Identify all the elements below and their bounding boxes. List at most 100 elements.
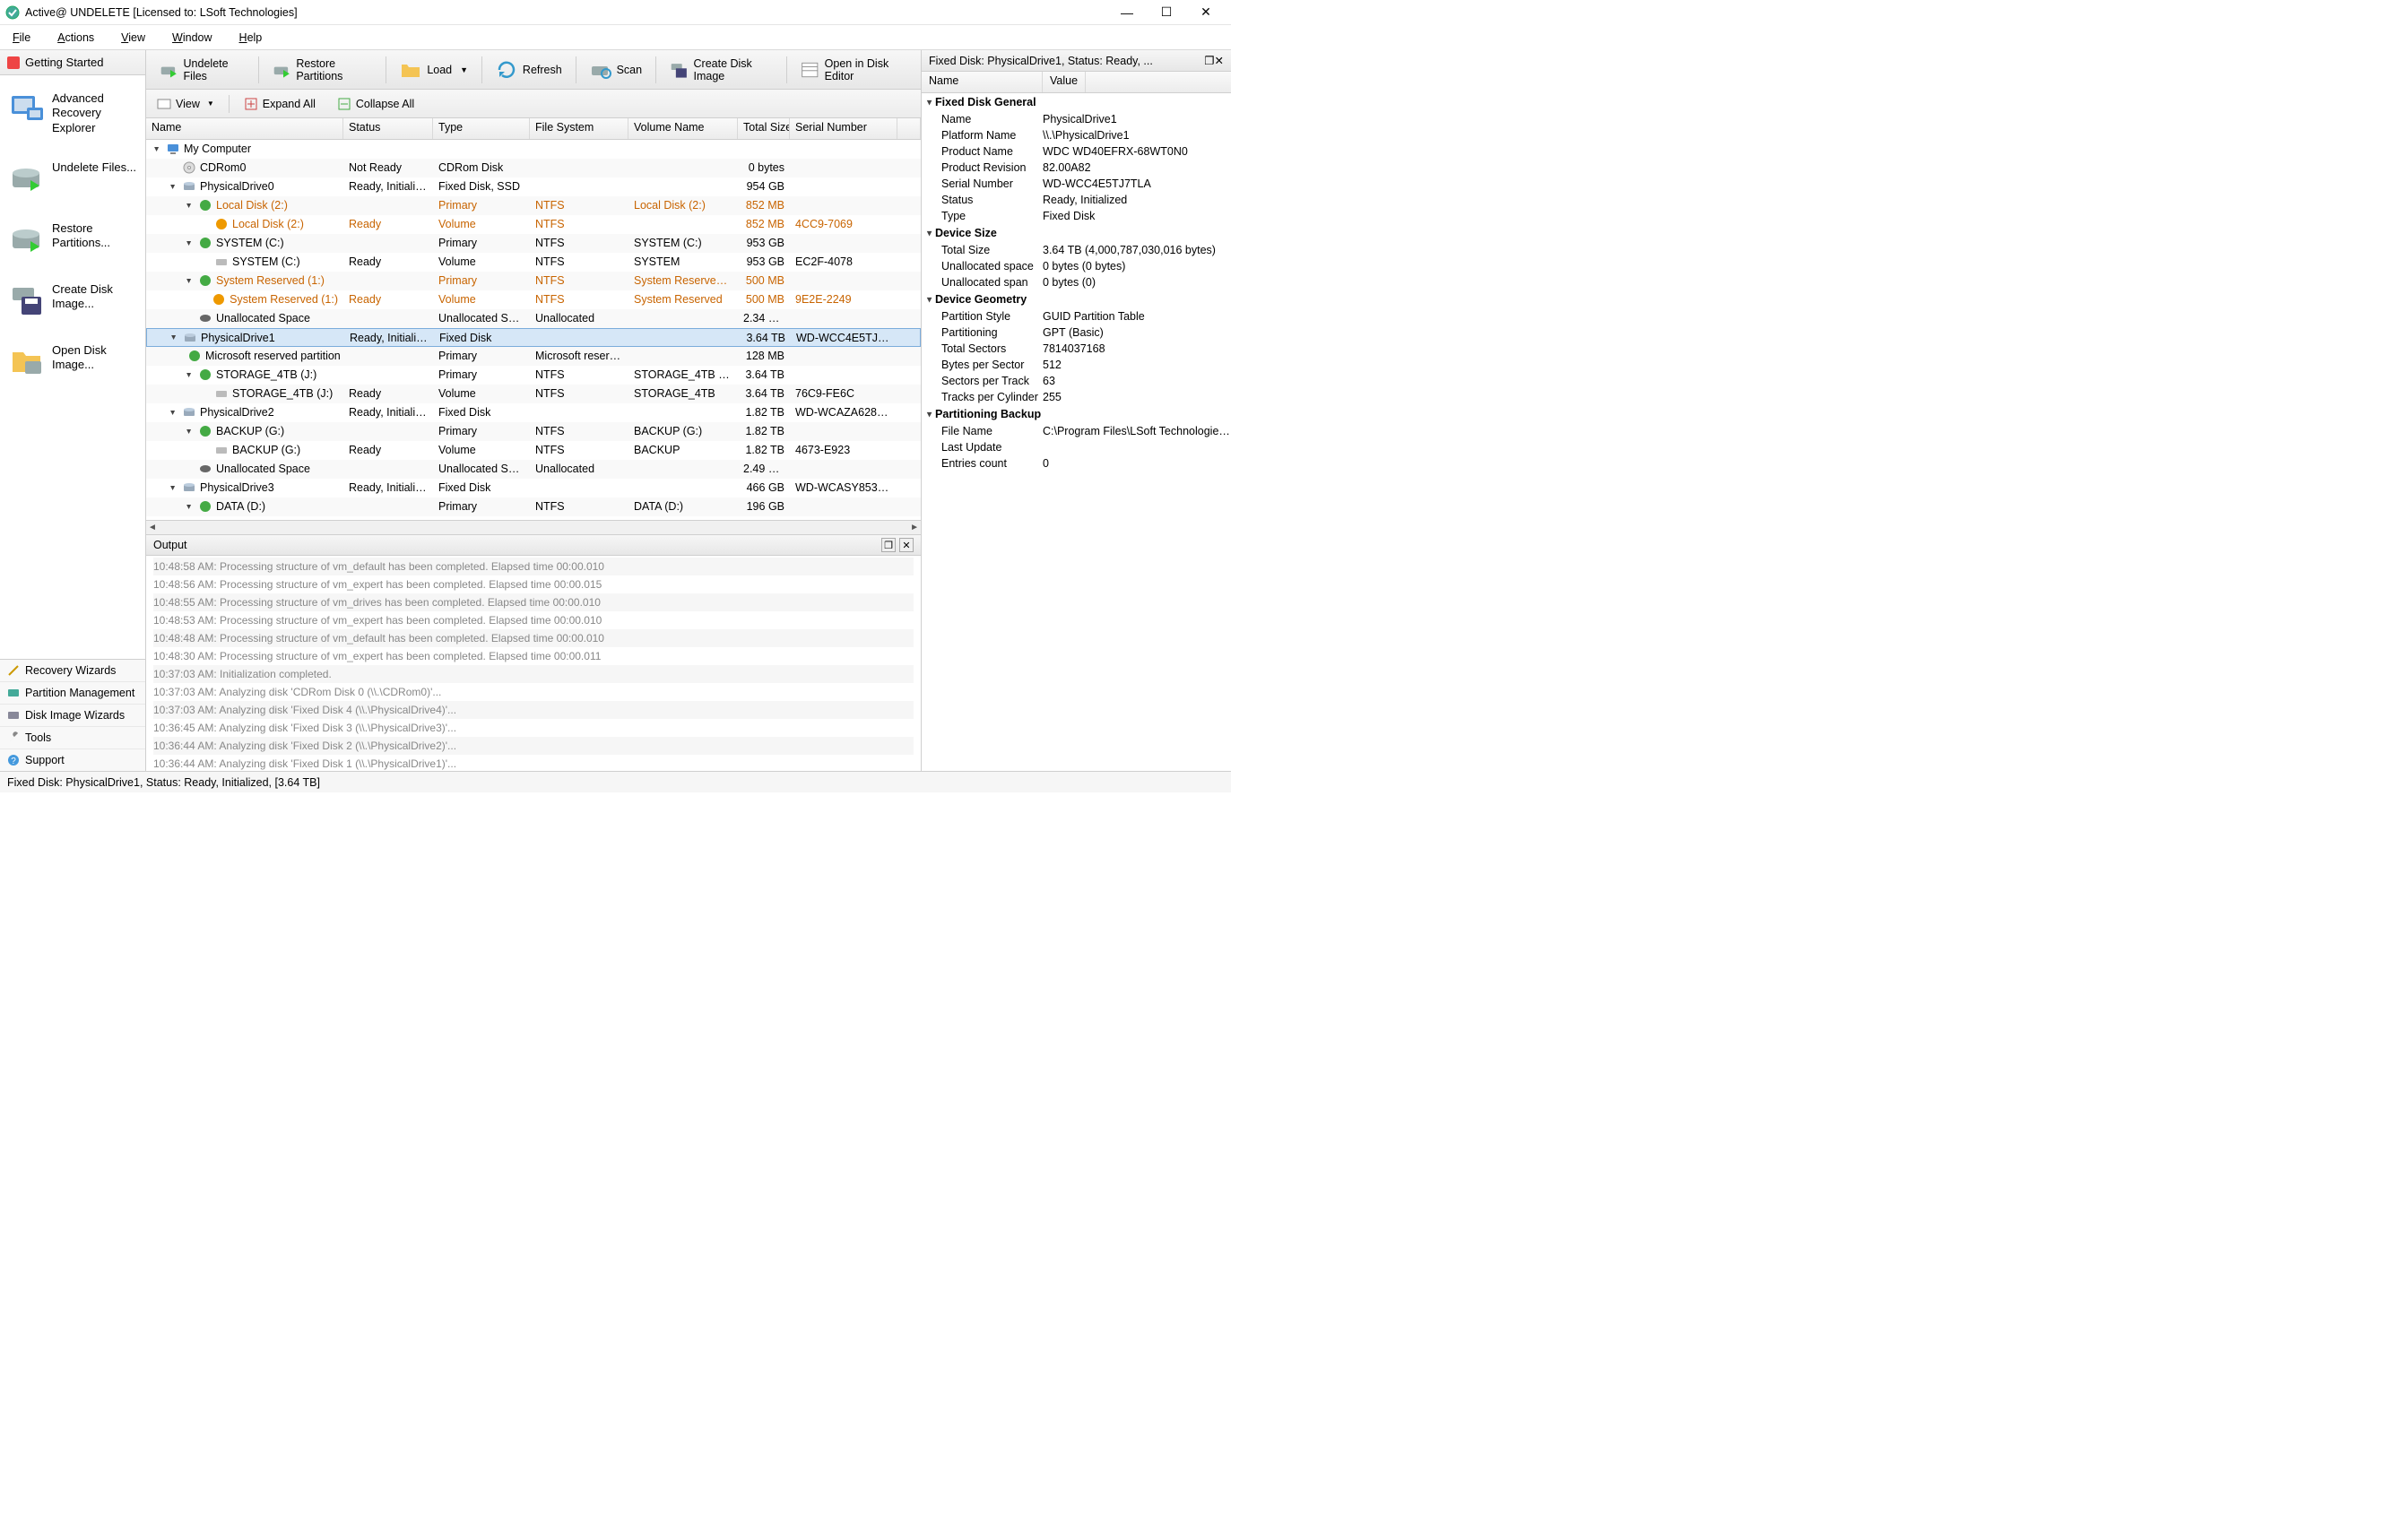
column-header[interactable]: Name bbox=[146, 118, 343, 139]
expander-icon[interactable]: ▸ bbox=[168, 482, 178, 493]
tree-row[interactable]: BACKUP (G:)ReadyVolumeNTFSBACKUP1.82 TB4… bbox=[146, 441, 921, 460]
sidebar-item-restore-partitions[interactable]: Restore Partitions... bbox=[0, 212, 145, 273]
col-name[interactable]: Name bbox=[922, 72, 1043, 92]
expander-icon[interactable]: ▸ bbox=[184, 238, 195, 248]
expander-icon[interactable]: ▸ bbox=[168, 407, 178, 418]
expander-icon[interactable]: ▸ bbox=[184, 275, 195, 286]
menu-help[interactable]: Help bbox=[236, 30, 266, 46]
tree-row[interactable]: ▸System Reserved (1:)PrimaryNTFSSystem R… bbox=[146, 272, 921, 290]
sidebar-bottom-disk-image-wizards[interactable]: Disk Image Wizards bbox=[0, 704, 145, 726]
ts-collapse-all[interactable]: Collapse All bbox=[330, 92, 421, 116]
tree-row[interactable]: System Reserved (1:)ReadyVolumeNTFSSyste… bbox=[146, 290, 921, 309]
prop-row: Unallocated space0 bytes (0 bytes) bbox=[922, 258, 1231, 274]
tb-restore-partitions[interactable]: Restore Partitions bbox=[263, 54, 383, 86]
tree-row[interactable]: Local Disk (2:)ReadyVolumeNTFS852 MB4CC9… bbox=[146, 215, 921, 234]
column-header[interactable]: Total Size bbox=[738, 118, 790, 139]
close-panel-button[interactable]: ✕ bbox=[899, 538, 914, 552]
expander-icon[interactable]: ▸ bbox=[184, 426, 195, 437]
expander-icon[interactable]: ▸ bbox=[168, 181, 178, 192]
tree-row[interactable]: ▸Local Disk (2:)PrimaryNTFSLocal Disk (2… bbox=[146, 196, 921, 215]
chevron-down-icon[interactable]: ▸ bbox=[924, 230, 934, 235]
tree-row[interactable]: ▸BACKUP (G:)PrimaryNTFSBACKUP (G:)1.82 T… bbox=[146, 422, 921, 441]
ts-view[interactable]: View▼ bbox=[150, 92, 221, 116]
cell: Primary bbox=[433, 350, 530, 362]
ts-expand-all[interactable]: Expand All bbox=[237, 92, 323, 116]
tb-open-disk-editor[interactable]: Open in Disk Editor bbox=[791, 54, 917, 86]
maximize-button[interactable]: ☐ bbox=[1147, 1, 1186, 24]
sidebar-bottom-label: Partition Management bbox=[25, 687, 134, 699]
sidebar-bottom-label: Tools bbox=[25, 731, 51, 744]
tree-row[interactable]: ▸PhysicalDrive0Ready, InitializedFixed D… bbox=[146, 177, 921, 196]
sidebar-bottom-recovery-wizards[interactable]: Recovery Wizards bbox=[0, 660, 145, 681]
tb-scan[interactable]: Scan bbox=[580, 54, 653, 86]
expander-icon[interactable]: ▸ bbox=[169, 333, 179, 343]
expander-icon[interactable]: ▸ bbox=[184, 501, 195, 512]
tree-row[interactable]: ▸STORAGE_4TB (J:)PrimaryNTFSSTORAGE_4TB … bbox=[146, 366, 921, 385]
tree-row[interactable]: ▸PhysicalDrive3Ready, InitializedFixed D… bbox=[146, 479, 921, 497]
cell: ▸PhysicalDrive3 bbox=[146, 480, 343, 495]
column-header[interactable]: Volume Name bbox=[628, 118, 738, 139]
expander-icon[interactable]: ▸ bbox=[184, 369, 195, 380]
tb-label: Refresh bbox=[523, 64, 562, 76]
chevron-down-icon[interactable]: ▸ bbox=[924, 99, 934, 104]
prop-group-header[interactable]: ▸ Fixed Disk General bbox=[922, 93, 1231, 111]
sidebar-item-undelete-files[interactable]: Undelete Files... bbox=[0, 151, 145, 212]
h-scrollbar[interactable]: ◄► bbox=[146, 520, 921, 534]
chevron-down-icon[interactable]: ▸ bbox=[924, 411, 934, 416]
tb-undelete-files[interactable]: Undelete Files bbox=[150, 54, 255, 86]
prop-group-header[interactable]: ▸ Device Geometry bbox=[922, 290, 1231, 308]
prop-value: Fixed Disk bbox=[1043, 210, 1231, 222]
tree-row[interactable]: CDRom0Not ReadyCDRom Disk0 bytes bbox=[146, 159, 921, 177]
sidebar-item-advanced-recovery[interactable]: Advanced Recovery Explorer bbox=[0, 82, 145, 151]
tree-row[interactable]: ▸PhysicalDrive2Ready, InitializedFixed D… bbox=[146, 403, 921, 422]
menu-view[interactable]: View bbox=[117, 30, 149, 46]
expander-icon[interactable]: ▸ bbox=[184, 200, 195, 211]
prop-group-header[interactable]: ▸ Device Size bbox=[922, 224, 1231, 242]
row-name: STORAGE_4TB (J:) bbox=[216, 368, 316, 381]
restore-panel-button[interactable]: ❐ bbox=[1204, 54, 1214, 67]
menu-window[interactable]: Window bbox=[169, 30, 215, 46]
tree-row[interactable]: Microsoft reserved partitionPrimaryMicro… bbox=[146, 347, 921, 366]
sidebar-bottom-support[interactable]: ?Support bbox=[0, 748, 145, 771]
prop-row: Sectors per Track63 bbox=[922, 373, 1231, 389]
tb-label: Create Disk Image bbox=[694, 57, 774, 82]
cell: NTFS bbox=[530, 199, 628, 212]
properties-body[interactable]: ▸ Fixed Disk GeneralNamePhysicalDrive1Pl… bbox=[922, 93, 1231, 771]
tree-row[interactable]: ▸SYSTEM (C:)PrimaryNTFSSYSTEM (C:)953 GB bbox=[146, 234, 921, 253]
menu-file[interactable]: File bbox=[9, 30, 34, 46]
output-body[interactable]: 10:48:58 AM: Processing structure of vm_… bbox=[146, 556, 921, 771]
sidebar-item-create-disk-image[interactable]: Create Disk Image... bbox=[0, 273, 145, 334]
sidebar-bottom-partition-management[interactable]: Partition Management bbox=[0, 681, 145, 704]
sidebar-item-open-disk-image[interactable]: Open Disk Image... bbox=[0, 334, 145, 395]
properties-panel: Fixed Disk: PhysicalDrive1, Status: Read… bbox=[922, 50, 1231, 771]
sub-toolbar: View▼ Expand All Collapse All bbox=[146, 90, 921, 118]
cell: ▸PhysicalDrive1 bbox=[147, 331, 344, 345]
tree-row[interactable]: SYSTEM (C:)ReadyVolumeNTFSSYSTEM953 GBEC… bbox=[146, 253, 921, 272]
tb-load[interactable]: Load▼ bbox=[390, 54, 478, 86]
prop-name: File Name bbox=[941, 425, 1043, 437]
chevron-down-icon[interactable]: ▸ bbox=[924, 297, 934, 301]
tree-row[interactable]: ▸PhysicalDrive1Ready, InitializedFixed D… bbox=[146, 328, 921, 347]
restore-panel-button[interactable]: ❐ bbox=[881, 538, 896, 552]
column-header[interactable]: Serial Number bbox=[790, 118, 897, 139]
tree-row[interactable]: STORAGE_4TB (J:)ReadyVolumeNTFSSTORAGE_4… bbox=[146, 385, 921, 403]
tree-row[interactable]: Unallocated SpaceUnallocated SpaceUnallo… bbox=[146, 309, 921, 328]
tree-row[interactable]: ▸DATA (D:)PrimaryNTFSDATA (D:)196 GB bbox=[146, 497, 921, 516]
column-header[interactable]: File System bbox=[530, 118, 628, 139]
close-panel-button[interactable]: ✕ bbox=[1215, 54, 1224, 67]
sidebar-bottom-tools[interactable]: Tools bbox=[0, 726, 145, 748]
tree-body[interactable]: ▸My ComputerCDRom0Not ReadyCDRom Disk0 b… bbox=[146, 140, 921, 520]
column-header[interactable]: Type bbox=[433, 118, 530, 139]
column-header[interactable]: Status bbox=[343, 118, 433, 139]
tree-row[interactable]: ▸My Computer bbox=[146, 140, 921, 159]
partition-icon bbox=[7, 687, 20, 699]
tb-create-disk-image[interactable]: Create Disk Image bbox=[660, 54, 783, 86]
expander-icon[interactable]: ▸ bbox=[152, 143, 162, 154]
prop-group-header[interactable]: ▸ Partitioning Backup bbox=[922, 405, 1231, 423]
close-button[interactable]: ✕ bbox=[1186, 1, 1226, 24]
menu-actions[interactable]: Actions bbox=[54, 30, 98, 46]
col-value[interactable]: Value bbox=[1043, 72, 1086, 92]
tree-row[interactable]: Unallocated SpaceUnallocated SpaceUnallo… bbox=[146, 460, 921, 479]
minimize-button[interactable]: — bbox=[1107, 1, 1147, 24]
tb-refresh[interactable]: Refresh bbox=[486, 54, 572, 86]
